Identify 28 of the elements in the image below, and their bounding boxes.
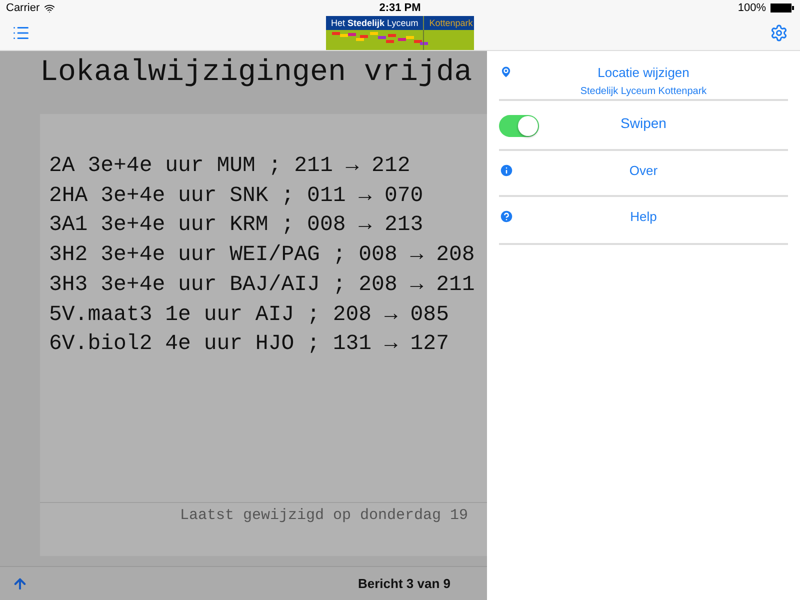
last-modified-text: Laatst gewijzigd op donderdag 19 bbox=[40, 502, 487, 524]
wifi-icon bbox=[44, 2, 55, 14]
toggle-switch[interactable] bbox=[499, 115, 539, 137]
room-change-line: 3H2 3e+4e uur WEI/PAG ; 008 → 208 bbox=[48, 242, 476, 270]
location-pin-icon bbox=[499, 65, 513, 79]
menu-item-label[interactable]: Swipen bbox=[620, 115, 666, 131]
room-change-line: 2HA 3e+4e uur SNK ; 011 → 070 bbox=[48, 182, 424, 210]
help-icon bbox=[499, 209, 514, 224]
menu-item-label[interactable]: Locatie wijzigen bbox=[598, 65, 690, 80]
room-change-line: 2A 3e+4e uur MUM ; 211 → 212 bbox=[48, 153, 412, 180]
carrier-label: Carrier bbox=[6, 2, 40, 14]
battery-label: 100% bbox=[738, 2, 766, 14]
room-change-line: 6V.biol2 4e uur HJO ; 131 → 127 bbox=[48, 331, 450, 358]
message-title: Lokaalwijzigingen vrijda bbox=[39, 55, 474, 92]
logo-text: Kottenpark bbox=[428, 17, 474, 30]
battery-icon bbox=[770, 3, 794, 13]
logo-text: Het Stedelijk Lyceum bbox=[326, 16, 424, 30]
menu-icon[interactable] bbox=[12, 24, 30, 42]
room-change-line: 5V.maat3 1e uur AIJ ; 208 → 085 bbox=[48, 302, 450, 329]
clock: 2:31 PM bbox=[379, 2, 421, 14]
info-icon bbox=[499, 163, 514, 178]
menu-item-label[interactable]: Help bbox=[630, 209, 657, 224]
room-change-line: 3H3 3e+4e uur BAJ/AIJ ; 208 → 211 bbox=[48, 272, 476, 299]
settings-icon[interactable] bbox=[770, 24, 788, 42]
message-counter: Bericht 3 van 9 bbox=[358, 576, 450, 591]
room-change-line: 3A1 3e+4e uur KRM ; 008 → 213 bbox=[48, 212, 424, 240]
location-detail: Stedelijk Lyceum Kottenpark bbox=[580, 86, 707, 97]
menu-item-label[interactable]: Over bbox=[629, 163, 658, 178]
